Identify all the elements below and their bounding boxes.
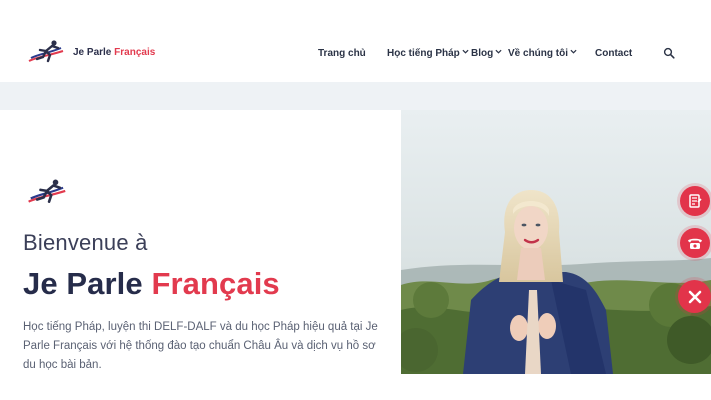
search-icon[interactable] <box>663 47 675 59</box>
site-header: Je Parle Français Trang chủ Học tiếng Ph… <box>0 24 711 82</box>
hero-title-main: Je Parle <box>23 266 152 301</box>
main-nav: Trang chủ Học tiếng Pháp Blog Về chúng t… <box>0 47 711 61</box>
close-icon <box>688 290 701 303</box>
chevron-down-icon <box>495 49 502 54</box>
hero-description: Học tiếng Pháp, luyện thi DELF-DALF và d… <box>23 321 378 371</box>
hero-photo <box>401 110 711 374</box>
nav-item-blog[interactable]: Blog <box>471 47 502 61</box>
nav-label: Blog <box>471 48 494 59</box>
nav-label: Học tiếng Pháp <box>387 48 460 59</box>
phone-icon <box>688 238 702 249</box>
hero-welcome: Bienvenue à <box>23 230 148 255</box>
nav-item-learn-french[interactable]: Học tiếng Pháp <box>387 47 469 61</box>
nav-item-about[interactable]: Về chúng tôi <box>508 47 577 61</box>
hero-title-accent: Français <box>151 266 280 301</box>
nav-item-contact[interactable]: Contact <box>595 47 632 61</box>
close-floating-button[interactable] <box>678 280 711 313</box>
register-form-button[interactable] <box>680 186 710 216</box>
runner-logo-icon <box>28 179 66 203</box>
nav-item-home[interactable]: Trang chủ <box>318 47 366 61</box>
hero-content: Bienvenue à Je Parle Français Học tiếng … <box>0 110 401 374</box>
chevron-down-icon <box>570 49 577 54</box>
woman-with-flag-image <box>401 110 711 374</box>
nav-label: Trang chủ <box>318 48 366 59</box>
hero-title: Je Parle Français <box>23 266 280 302</box>
chevron-down-icon <box>462 49 469 54</box>
nav-label: Về chúng tôi <box>508 48 568 59</box>
page: Je Parle Français Trang chủ Học tiếng Ph… <box>0 0 711 400</box>
call-button[interactable] <box>680 228 710 258</box>
header-divider-band <box>0 82 711 110</box>
form-icon <box>689 194 702 208</box>
nav-label: Contact <box>595 48 633 59</box>
